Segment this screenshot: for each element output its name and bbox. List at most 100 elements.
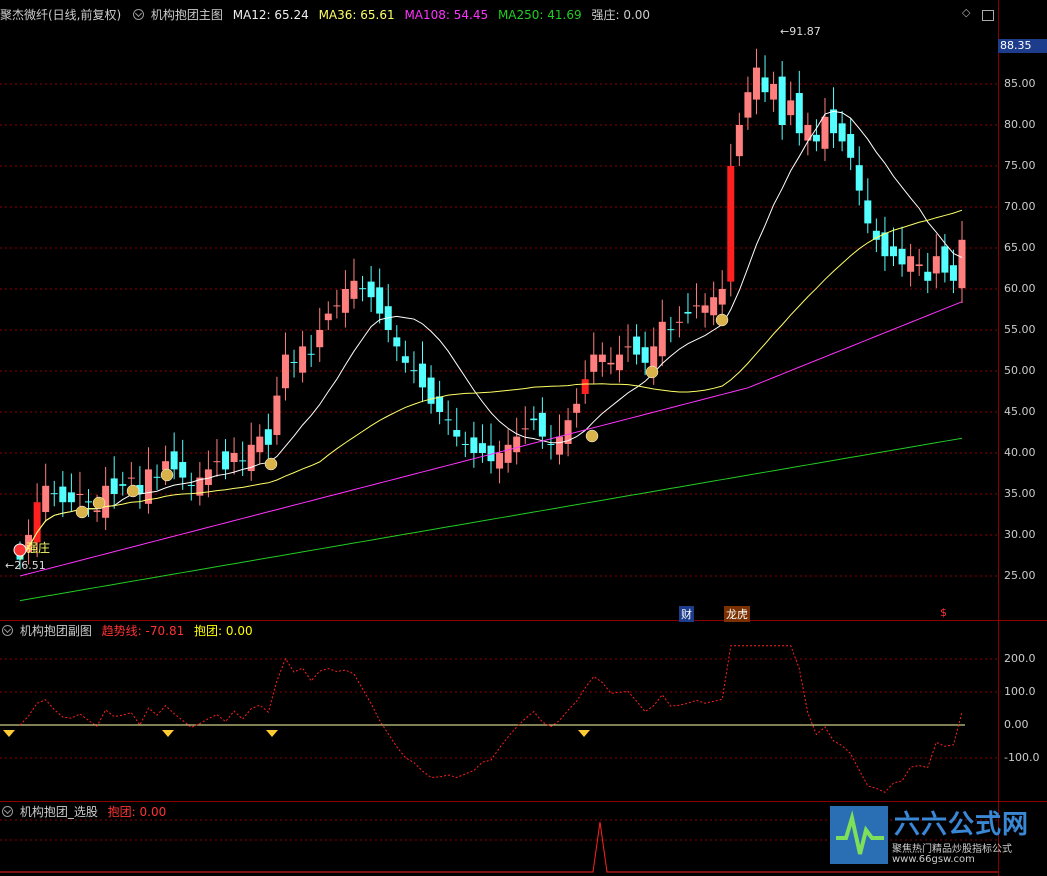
candle-body	[727, 166, 735, 282]
candle-body	[521, 428, 529, 430]
candle-body	[316, 330, 324, 348]
candle-body	[256, 436, 264, 453]
candle-body	[530, 418, 538, 421]
candle-body	[658, 321, 666, 357]
price-tick: 65.00	[1004, 241, 1036, 254]
price-tick: 55.00	[1004, 323, 1036, 336]
sub-tick: 100.0	[1004, 685, 1036, 698]
low-price-label: ←26.51	[5, 559, 46, 572]
candle-body	[504, 444, 512, 463]
price-tick: 35.00	[1004, 487, 1036, 500]
ma12-line	[19, 110, 963, 560]
candle-body	[855, 165, 863, 191]
site-logo: 六六公式网 聚焦热门精品炒股指标公式 www.66gsw.com	[828, 804, 1042, 868]
price-tick: 60.00	[1004, 282, 1036, 295]
candle-body	[222, 451, 230, 470]
candle-body	[324, 313, 332, 321]
candle-body	[615, 354, 623, 371]
candle-body	[932, 256, 940, 274]
sub-tick: -100.0	[1004, 751, 1040, 764]
candle-body	[290, 361, 298, 363]
candle-body	[307, 353, 315, 355]
finance-marker[interactable]: 财	[679, 606, 694, 622]
price-tick: 50.00	[1004, 364, 1036, 377]
candle-body	[770, 84, 778, 100]
candle-body	[812, 134, 820, 142]
price-tick: 45.00	[1004, 405, 1036, 418]
candle-body	[915, 264, 923, 267]
candle-body	[170, 451, 178, 470]
candle-body	[67, 492, 75, 503]
candle-body	[299, 346, 307, 373]
candle-body	[795, 93, 803, 134]
candle-body	[547, 443, 555, 445]
candle-body	[281, 354, 289, 389]
dragon-tiger-marker[interactable]: 龙虎	[724, 606, 750, 622]
diamond-signal-icon	[162, 730, 174, 737]
candle-body	[778, 76, 786, 125]
candle-body	[401, 356, 409, 363]
diamond-signal-icon	[578, 730, 590, 737]
candle-body	[556, 436, 564, 455]
candle-body	[607, 362, 615, 365]
candle-body	[470, 437, 478, 453]
candle-body	[333, 305, 341, 307]
candle-body	[119, 484, 127, 486]
candle-body	[701, 305, 709, 313]
high-price-label: ←91.87	[780, 25, 821, 38]
candle-body	[110, 478, 118, 494]
candle-body	[179, 462, 187, 478]
candle-body	[684, 311, 692, 314]
price-tick: 30.00	[1004, 528, 1036, 541]
strong-banker-icon	[13, 543, 27, 557]
candle-body	[461, 443, 469, 445]
money-bag-icon	[160, 468, 174, 482]
sub-tick: 200.0	[1004, 652, 1036, 665]
candle-body	[718, 289, 726, 305]
candle-body	[376, 287, 384, 314]
price-tick: 40.00	[1004, 446, 1036, 459]
candle-body	[667, 329, 675, 331]
candle-body	[436, 396, 444, 412]
money-bag-icon	[715, 313, 729, 327]
diamond-signal-icon	[3, 730, 15, 737]
candle-body	[513, 436, 521, 453]
money-bag-icon	[75, 505, 89, 519]
candle-body	[958, 239, 966, 289]
logo-brand: 六六公式网	[894, 810, 1030, 840]
current-price-tag: 88.35	[998, 39, 1047, 53]
candle-body	[187, 484, 195, 486]
candle-body	[752, 67, 760, 100]
candle-body	[478, 443, 486, 453]
candle-body	[864, 200, 872, 224]
kline-chart[interactable]	[0, 0, 998, 876]
candle-body	[924, 271, 932, 281]
candle-body	[367, 281, 375, 298]
candle-body	[761, 77, 769, 93]
candle-body	[444, 419, 452, 421]
candle-body	[42, 485, 50, 513]
candle-body	[93, 510, 101, 513]
money-bag-icon	[585, 429, 599, 443]
candle-body	[573, 403, 581, 413]
diamond-signal-icon	[266, 730, 278, 737]
low-arrow-icon: ←	[5, 559, 15, 572]
price-tick: 85.00	[1004, 77, 1036, 90]
candle-body	[898, 248, 906, 265]
price-tick: 80.00	[1004, 118, 1036, 131]
trend-line	[19, 645, 963, 793]
candle-body	[641, 347, 649, 363]
candle-body	[393, 337, 401, 347]
dollar-marker[interactable]: $	[940, 606, 947, 619]
candle-body	[341, 289, 349, 313]
money-bag-icon	[92, 496, 106, 510]
candle-body	[633, 336, 641, 355]
candle-body	[273, 395, 281, 435]
money-bag-icon	[645, 365, 659, 379]
candle-body	[675, 321, 683, 323]
candle-body	[693, 305, 701, 307]
candle-body	[881, 232, 889, 257]
candle-body	[418, 363, 426, 388]
candle-body	[153, 476, 161, 478]
price-tick: 75.00	[1004, 159, 1036, 172]
